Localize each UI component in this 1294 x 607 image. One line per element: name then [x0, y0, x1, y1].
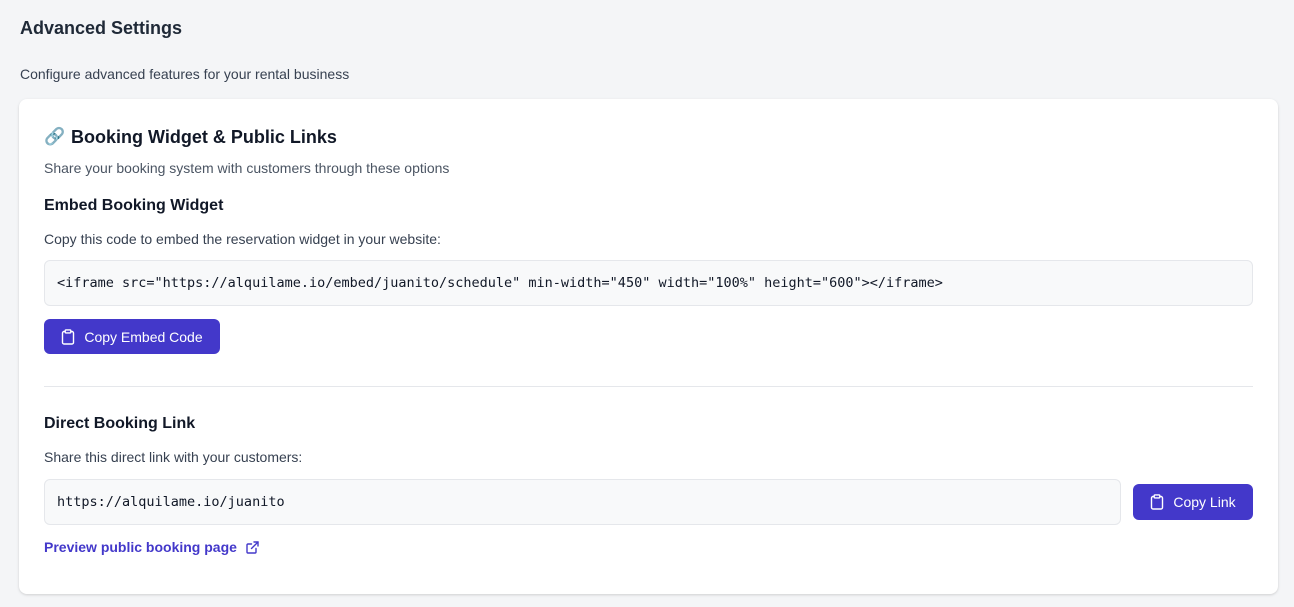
page-subtitle: Configure advanced features for your ren… [20, 66, 350, 82]
copy-link-button[interactable]: Copy Link [1133, 484, 1253, 520]
card-header: 🔗 Booking Widget & Public Links [44, 126, 1253, 148]
card-description: Share your booking system with customers… [44, 160, 450, 176]
direct-link-description: Share this direct link with your custome… [44, 449, 303, 465]
clipboard-icon [61, 328, 75, 345]
section-divider [44, 386, 1253, 387]
embed-widget-description: Copy this code to embed the reservation … [44, 231, 441, 247]
direct-link-row: https://alquilame.io/juanito Copy Link [44, 479, 1253, 525]
embed-code-box[interactable]: <iframe src="https://alquilame.io/embed/… [44, 260, 1253, 306]
advanced-settings-page: Advanced Settings Configure advanced fea… [0, 0, 1294, 83]
link-emoji-icon: 🔗 [44, 127, 66, 146]
external-link-icon [246, 540, 259, 554]
direct-link-title: Direct Booking Link [44, 415, 196, 432]
clipboard-icon [1150, 494, 1164, 510]
page-title: Advanced Settings [20, 18, 183, 38]
copy-embed-code-label: Copy Embed Code [84, 328, 203, 345]
copy-link-label: Copy Link [1173, 494, 1236, 510]
preview-booking-page-link[interactable]: Preview public booking page [44, 539, 259, 555]
card-title: Booking Widget & Public Links [71, 126, 337, 147]
embed-widget-title: Embed Booking Widget [44, 197, 224, 214]
preview-link-label: Preview public booking page [44, 539, 237, 555]
direct-link-field[interactable]: https://alquilame.io/juanito [44, 479, 1121, 525]
copy-embed-code-button[interactable]: Copy Embed Code [44, 319, 220, 354]
booking-widget-card: 🔗 Booking Widget & Public Links Share yo… [19, 99, 1278, 594]
